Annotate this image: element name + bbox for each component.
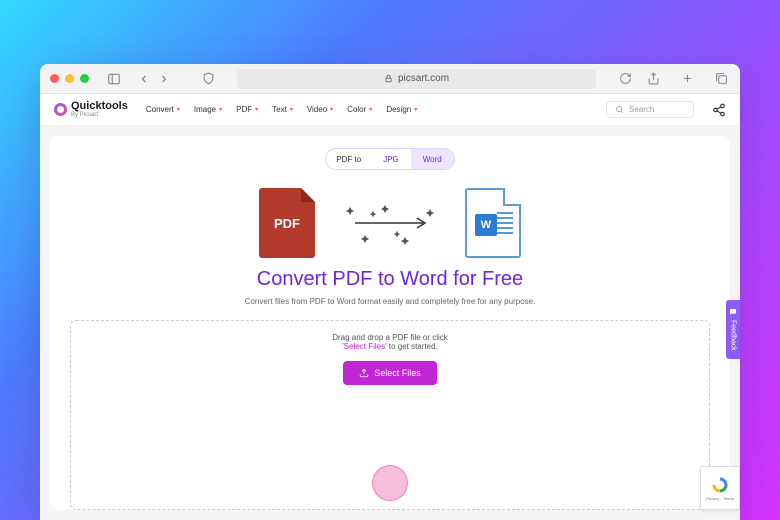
chevron-down-icon: ▾ [290, 106, 293, 113]
nav-text[interactable]: Text▾ [272, 105, 293, 114]
content-area: PDF to JPG Word PDF [40, 126, 740, 520]
nav-color[interactable]: Color▾ [347, 105, 372, 114]
address-bar-text: picsart.com [398, 73, 449, 84]
pdf-file-icon: PDF [259, 188, 315, 258]
nav-image[interactable]: Image▾ [194, 105, 222, 114]
nav-convert[interactable]: Convert▾ [146, 105, 180, 114]
social-share-icon[interactable] [712, 103, 726, 117]
sidebar-toggle-icon[interactable] [105, 70, 123, 88]
search-input[interactable]: Search [606, 101, 694, 118]
chat-icon [729, 308, 737, 316]
new-tab-button[interactable] [678, 70, 696, 88]
chevron-down-icon: ▾ [255, 106, 258, 113]
logo-text: Quicktools [71, 101, 128, 112]
nav-pdf[interactable]: PDF▾ [236, 105, 258, 114]
file-dropzone[interactable]: Drag and drop a PDF file or click 'Selec… [70, 320, 710, 510]
address-bar[interactable]: picsart.com [237, 69, 596, 89]
main-card: PDF to JPG Word PDF [50, 136, 730, 510]
minimize-window-button[interactable] [65, 74, 74, 83]
browser-titlebar: picsart.com [40, 64, 740, 94]
segment-label: PDF to [326, 155, 371, 164]
page-title: Convert PDF to Word for Free [257, 268, 523, 291]
browser-window: picsart.com Quicktools By Picsart Conver… [40, 64, 740, 520]
forward-button[interactable] [155, 70, 173, 88]
nav-design[interactable]: Design▾ [386, 105, 417, 114]
logo[interactable]: Quicktools By Picsart [54, 101, 128, 118]
search-placeholder: Search [629, 105, 654, 114]
chevron-down-icon: ▾ [414, 106, 417, 113]
segment-option-word[interactable]: Word [411, 149, 454, 169]
chevron-down-icon: ▾ [369, 106, 372, 113]
select-files-button[interactable]: Select Files [343, 361, 437, 385]
recaptcha-text: Privacy - Terms [706, 496, 733, 501]
tabs-button[interactable] [712, 70, 730, 88]
site-header: Quicktools By Picsart Convert▾ Image▾ PD… [40, 94, 740, 126]
conversion-illustration: PDF [259, 188, 521, 258]
arrow-sparkles-icon [335, 198, 445, 248]
window-controls [50, 74, 89, 83]
nav-video[interactable]: Video▾ [307, 105, 333, 114]
shield-icon[interactable] [199, 70, 217, 88]
recaptcha-icon [711, 476, 729, 494]
share-button[interactable] [644, 70, 662, 88]
chevron-down-icon: ▾ [330, 106, 333, 113]
cursor-highlight-icon [372, 465, 408, 501]
maximize-window-button[interactable] [80, 74, 89, 83]
main-nav: Convert▾ Image▾ PDF▾ Text▾ Video▾ Color▾… [146, 105, 417, 114]
format-segment: PDF to JPG Word [325, 148, 454, 170]
logo-mark-icon [54, 103, 67, 116]
word-file-icon: W [465, 188, 521, 258]
logo-byline: By Picsart [71, 112, 128, 118]
search-icon [615, 105, 624, 114]
page-subtitle: Convert files from PDF to Word format ea… [245, 297, 536, 306]
reload-button[interactable] [616, 70, 634, 88]
upload-icon [359, 368, 369, 378]
recaptcha-badge[interactable]: Privacy - Terms [700, 466, 740, 510]
back-button[interactable] [135, 70, 153, 88]
close-window-button[interactable] [50, 74, 59, 83]
segment-option-jpg[interactable]: JPG [371, 149, 411, 169]
feedback-tab[interactable]: Feedback [726, 300, 740, 359]
dropzone-hint-2: 'Select Files' to get started. [342, 342, 438, 351]
dropzone-hint-1: Drag and drop a PDF file or click [332, 333, 448, 342]
chevron-down-icon: ▾ [219, 106, 222, 113]
chevron-down-icon: ▾ [177, 106, 180, 113]
